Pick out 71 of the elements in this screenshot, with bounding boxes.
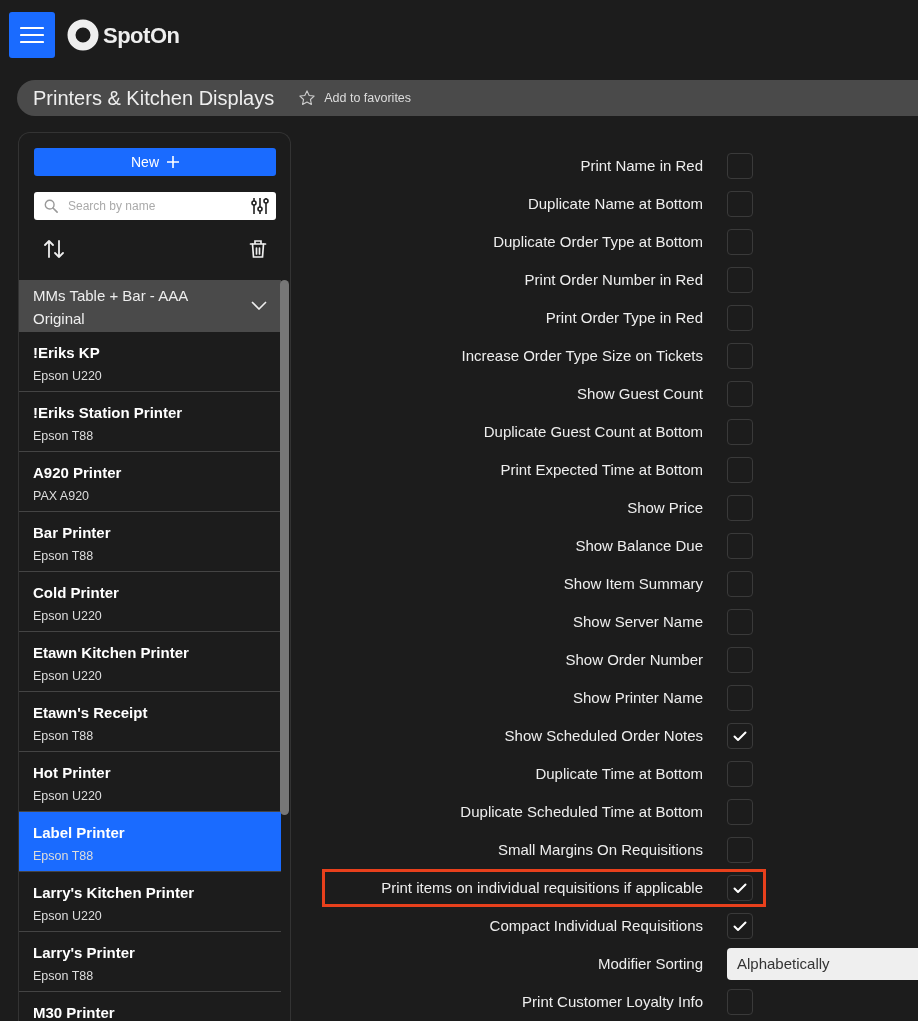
setting-label: Show Balance Due	[574, 535, 704, 556]
trash-icon[interactable]	[249, 239, 267, 259]
check-icon	[733, 730, 747, 742]
checkbox[interactable]	[727, 191, 753, 217]
checkbox[interactable]	[727, 685, 753, 711]
checkbox[interactable]	[727, 723, 753, 749]
search-icon	[44, 199, 58, 213]
printer-item[interactable]: Label Printer Epson T88	[19, 812, 281, 872]
checkbox[interactable]	[727, 761, 753, 787]
checkbox[interactable]	[727, 457, 753, 483]
checkbox[interactable]	[727, 647, 753, 673]
logo-icon	[67, 19, 99, 51]
checkbox[interactable]	[727, 229, 753, 255]
printer-item[interactable]: Larry's Printer Epson T88	[19, 932, 281, 992]
setting-label: Increase Order Type Size on Tickets	[460, 345, 704, 366]
setting-label: Small Margins On Requisitions	[496, 839, 704, 860]
checkbox[interactable]	[727, 837, 753, 863]
new-button[interactable]: New	[34, 148, 276, 176]
setting-label: Duplicate Name at Bottom	[526, 193, 704, 214]
setting-label: Show Guest Count	[576, 383, 704, 404]
setting-label: Duplicate Time at Bottom	[534, 763, 704, 784]
setting-label: Print Order Type in Red	[544, 307, 704, 328]
checkbox[interactable]	[727, 419, 753, 445]
checkbox[interactable]	[727, 381, 753, 407]
scrollbar[interactable]	[280, 280, 289, 815]
favorites-link[interactable]: Add to favorites	[324, 88, 412, 108]
setting-label: Print Name in Red	[579, 155, 704, 176]
search-field[interactable]: Search by name	[34, 192, 276, 220]
sort-icon[interactable]	[43, 239, 65, 259]
setting-label: Print Order Number in Red	[523, 269, 704, 290]
printer-item[interactable]: M30 Printer	[19, 992, 281, 1021]
checkbox[interactable]	[727, 495, 753, 521]
setting-label: Duplicate Order Type at Bottom	[492, 231, 704, 252]
setting-label: Show Server Name	[571, 611, 704, 632]
setting-label: Duplicate Scheduled Time at Bottom	[459, 801, 704, 822]
checkbox[interactable]	[727, 343, 753, 369]
setting-label: Modifier Sorting	[596, 953, 704, 974]
setting-label: Print Customer Loyalty Info	[521, 991, 704, 1012]
page-title: Printers & Kitchen Displays	[33, 86, 275, 111]
setting-label: Show Scheduled Order Notes	[503, 725, 704, 746]
group-header[interactable]: MMs Table + Bar - AAA Original	[19, 280, 281, 332]
checkbox[interactable]	[727, 799, 753, 825]
chevron-icon	[251, 300, 267, 310]
checkbox[interactable]	[727, 989, 753, 1015]
checkbox[interactable]	[727, 875, 753, 901]
star-icon[interactable]	[298, 89, 317, 107]
checkbox[interactable]	[727, 533, 753, 559]
checkbox[interactable]	[727, 571, 753, 597]
check-icon	[733, 882, 747, 894]
setting-label: Print Expected Time at Bottom	[499, 459, 704, 480]
dropdown[interactable]: Alphabetically	[727, 948, 918, 980]
plus-icon	[167, 156, 179, 168]
checkbox[interactable]	[727, 305, 753, 331]
logo-text: SpotOn	[103, 21, 180, 50]
setting-label: Compact Individual Requisitions	[488, 915, 704, 936]
checkbox[interactable]	[727, 267, 753, 293]
setting-label: Show Item Summary	[562, 573, 704, 594]
menu-icon	[20, 26, 44, 44]
setting-label: Duplicate Guest Count at Bottom	[482, 421, 704, 442]
setting-label: Show Order Number	[564, 649, 704, 670]
setting-label: Show Price	[626, 497, 704, 518]
printer-item[interactable]: Larry's Kitchen Printer Epson U220	[19, 872, 281, 932]
checkbox[interactable]	[727, 153, 753, 179]
group-label: MMs Table + Bar - AAA Original	[33, 286, 189, 329]
filter-icon[interactable]	[250, 196, 270, 216]
checkbox[interactable]	[727, 609, 753, 635]
check-icon	[733, 920, 747, 932]
setting-label: Print items on individual requisitions if applicable	[380, 877, 704, 898]
setting-label: Show Printer Name	[571, 687, 704, 708]
checkbox[interactable]	[727, 913, 753, 939]
menu-button[interactable]	[9, 12, 55, 58]
